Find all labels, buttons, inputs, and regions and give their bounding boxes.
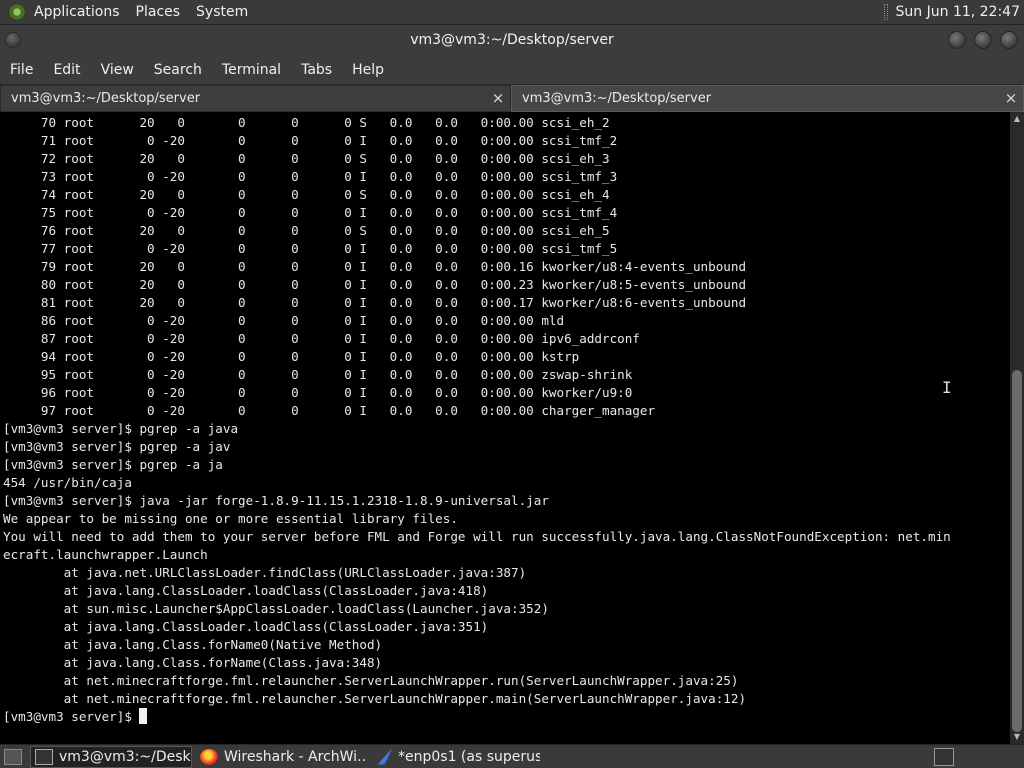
tab-1[interactable]: vm3@vm3:~/Desktop/server × bbox=[0, 85, 511, 112]
task-label: Wireshark - ArchWi... bbox=[224, 748, 366, 765]
terminal-line: at net.minecraftforge.fml.relauncher.Ser… bbox=[63, 673, 739, 688]
terminal-line: 72 root 20 0 0 0 0 S 0.0 0.0 0:00.00 scs… bbox=[40, 151, 610, 166]
tab-label: vm3@vm3:~/Desktop/server bbox=[11, 91, 201, 106]
terminal-line: 71 root 0 -20 0 0 0 I 0.0 0.0 0:00.00 sc… bbox=[40, 133, 618, 148]
terminal-line: 73 root 0 -20 0 0 0 I 0.0 0.0 0:00.00 sc… bbox=[40, 169, 618, 184]
terminal-line: at sun.misc.Launcher$AppClassLoader.load… bbox=[63, 601, 549, 616]
panel-separator bbox=[883, 4, 888, 20]
top-panel: Applications Places System Sun Jun 11, 2… bbox=[0, 0, 1024, 25]
menu-terminal[interactable]: Terminal bbox=[222, 62, 281, 78]
window-menu-icon[interactable] bbox=[5, 32, 21, 48]
terminal-line: at java.lang.Class.forName(Class.java:34… bbox=[63, 655, 383, 670]
task-label: *enp0s1 (as superuser) bbox=[398, 748, 540, 765]
scroll-down-icon[interactable]: ▼ bbox=[1010, 730, 1024, 744]
clock[interactable]: Sun Jun 11, 22:47 bbox=[896, 4, 1020, 20]
terminal-line: [vm3@vm3 server]$ pgrep -a java bbox=[3, 421, 239, 436]
window-controls bbox=[948, 31, 1018, 49]
menu-view[interactable]: View bbox=[101, 62, 134, 78]
terminal-line: 87 root 0 -20 0 0 0 I 0.0 0.0 0:00.00 ip… bbox=[40, 331, 640, 346]
terminal-line: 454 /usr/bin/caja bbox=[3, 475, 132, 490]
terminal-line: at java.lang.ClassLoader.loadClass(Class… bbox=[63, 619, 489, 634]
wireshark-icon bbox=[377, 748, 392, 765]
menu-edit[interactable]: Edit bbox=[53, 62, 80, 78]
text-cursor-ibeam-icon: I bbox=[942, 378, 952, 397]
maximize-button[interactable] bbox=[974, 31, 992, 49]
firefox-icon bbox=[200, 748, 218, 765]
terminal-line: 77 root 0 -20 0 0 0 I 0.0 0.0 0:00.00 sc… bbox=[40, 241, 618, 256]
applications-menu[interactable]: Applications bbox=[34, 4, 120, 20]
menu-file[interactable]: File bbox=[10, 62, 33, 78]
terminal-line: at java.lang.Class.forName0(Native Metho… bbox=[63, 637, 383, 652]
terminal-line: ecraft.launchwrapper.Launch bbox=[3, 547, 208, 562]
tab-label: vm3@vm3:~/Desktop/server bbox=[522, 91, 712, 106]
taskbar-item-wireshark[interactable]: *enp0s1 (as superuser) bbox=[370, 746, 540, 768]
close-window-button[interactable] bbox=[1000, 31, 1018, 49]
tray-terminal-icon[interactable] bbox=[934, 747, 954, 766]
taskbar-item-firefox[interactable]: Wireshark - ArchWi... bbox=[196, 746, 366, 768]
task-label: vm3@vm3:~/Deskt... bbox=[59, 748, 191, 765]
terminal-icon bbox=[35, 748, 53, 765]
window-title: vm3@vm3:~/Desktop/server bbox=[410, 32, 614, 48]
terminal-line: at java.net.URLClassLoader.findClass(URL… bbox=[63, 565, 527, 580]
terminal-line: 94 root 0 -20 0 0 0 I 0.0 0.0 0:00.00 ks… bbox=[40, 349, 580, 364]
terminal-line: 97 root 0 -20 0 0 0 I 0.0 0.0 0:00.00 ch… bbox=[40, 403, 656, 418]
terminal-prompt: [vm3@vm3 server]$ bbox=[3, 709, 140, 724]
terminal-line: [vm3@vm3 server]$ java -jar forge-1.8.9-… bbox=[3, 493, 549, 508]
tab-bar: vm3@vm3:~/Desktop/server × vm3@vm3:~/Des… bbox=[0, 85, 1024, 112]
tab-2[interactable]: vm3@vm3:~/Desktop/server × bbox=[511, 85, 1024, 112]
menu-help[interactable]: Help bbox=[352, 62, 384, 78]
terminal-line: 96 root 0 -20 0 0 0 I 0.0 0.0 0:00.00 kw… bbox=[40, 385, 633, 400]
terminal-output[interactable]: 70 root 20 0 0 0 0 S 0.0 0.0 0:00.00 scs… bbox=[0, 112, 1010, 744]
scroll-up-icon[interactable]: ▲ bbox=[1010, 112, 1024, 126]
menu-search[interactable]: Search bbox=[154, 62, 202, 78]
bottom-panel: vm3@vm3:~/Deskt... Wireshark - ArchWi...… bbox=[0, 744, 1024, 768]
terminal-line: 74 root 20 0 0 0 0 S 0.0 0.0 0:00.00 scs… bbox=[40, 187, 610, 202]
terminal-line: at java.lang.ClassLoader.loadClass(Class… bbox=[63, 583, 489, 598]
scrollbar-thumb[interactable] bbox=[1012, 370, 1022, 732]
minimize-button[interactable] bbox=[948, 31, 966, 49]
terminal-line: 76 root 20 0 0 0 0 S 0.0 0.0 0:00.00 scs… bbox=[40, 223, 610, 238]
terminal-line: 70 root 20 0 0 0 0 S 0.0 0.0 0:00.00 scs… bbox=[40, 115, 610, 130]
terminal-line: [vm3@vm3 server]$ pgrep -a jav bbox=[3, 439, 231, 454]
menubar: File Edit View Search Terminal Tabs Help bbox=[0, 55, 1024, 84]
distro-logo-icon[interactable] bbox=[8, 3, 26, 21]
terminal-line: 75 root 0 -20 0 0 0 I 0.0 0.0 0:00.00 sc… bbox=[40, 205, 618, 220]
tab-close-icon[interactable]: × bbox=[1003, 90, 1019, 106]
terminal-line: 86 root 0 -20 0 0 0 I 0.0 0.0 0:00.00 ml… bbox=[40, 313, 565, 328]
tab-close-icon[interactable]: × bbox=[490, 90, 506, 106]
terminal-line: We appear to be missing one or more esse… bbox=[3, 511, 458, 526]
terminal-line: 80 root 20 0 0 0 0 I 0.0 0.0 0:00.23 kwo… bbox=[40, 277, 747, 292]
terminal-line: [vm3@vm3 server]$ pgrep -a ja bbox=[3, 457, 223, 472]
terminal-line: at net.minecraftforge.fml.relauncher.Ser… bbox=[63, 691, 747, 706]
terminal-text: 70 root 20 0 0 0 0 S 0.0 0.0 0:00.00 scs… bbox=[0, 112, 1010, 726]
window-titlebar[interactable]: vm3@vm3:~/Desktop/server bbox=[0, 25, 1024, 55]
terminal-line: 81 root 20 0 0 0 0 I 0.0 0.0 0:00.17 kwo… bbox=[40, 295, 747, 310]
places-menu[interactable]: Places bbox=[136, 4, 181, 20]
menu-tabs[interactable]: Tabs bbox=[301, 62, 332, 78]
terminal-line: 79 root 20 0 0 0 0 I 0.0 0.0 0:00.16 kwo… bbox=[40, 259, 747, 274]
terminal-line: 95 root 0 -20 0 0 0 I 0.0 0.0 0:00.00 zs… bbox=[40, 367, 633, 382]
terminal-cursor bbox=[139, 708, 148, 724]
show-desktop-icon[interactable] bbox=[4, 748, 22, 765]
system-menu[interactable]: System bbox=[196, 4, 248, 20]
terminal-line: You will need to add them to your server… bbox=[3, 529, 951, 544]
terminal-scrollbar[interactable]: ▲ ▼ bbox=[1010, 112, 1024, 744]
taskbar-item-terminal[interactable]: vm3@vm3:~/Deskt... bbox=[30, 745, 192, 768]
